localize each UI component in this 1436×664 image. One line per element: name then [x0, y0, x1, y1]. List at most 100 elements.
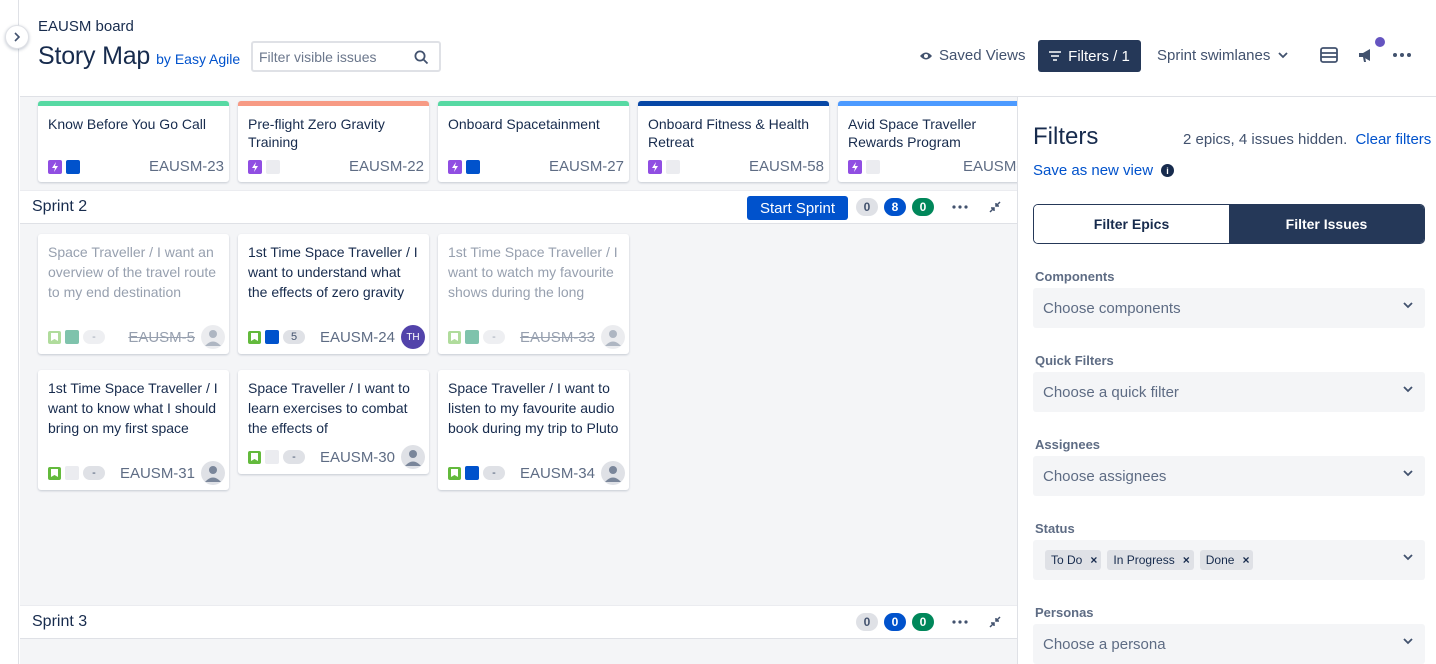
more-icon[interactable] — [952, 620, 968, 624]
story-icon — [248, 450, 261, 464]
status-chip-label: To Do — [1051, 553, 1083, 567]
epic-color-icon — [866, 159, 880, 174]
issue-key[interactable]: EAUSM-34 — [520, 465, 595, 482]
issue-key[interactable]: EAUSM-30 — [320, 449, 395, 466]
epic-card[interactable]: Avid Space Traveller Rewards Program EAU… — [838, 101, 1017, 182]
story-icon — [48, 330, 61, 344]
issue-key[interactable]: EAUSM-33 — [520, 329, 595, 346]
issue-card[interactable]: 1st Time Space Traveller / I want to wat… — [438, 234, 629, 354]
unassigned-avatar[interactable] — [201, 461, 225, 485]
status-chip-label: In Progress — [1113, 553, 1175, 567]
issue-key[interactable]: EAUSM-5 — [128, 329, 195, 346]
estimate-badge: - — [83, 330, 105, 344]
announcement-icon[interactable] — [1356, 45, 1376, 65]
epic-color-icon — [266, 159, 280, 174]
estimate-badge: - — [83, 466, 105, 480]
status-chip-label: Done — [1205, 553, 1235, 567]
collapse-icon[interactable] — [989, 201, 1001, 213]
more-icon[interactable] — [952, 205, 968, 209]
issue-card[interactable]: 1st Time Space Traveller / I want to und… — [238, 234, 429, 354]
search-icon[interactable] — [414, 50, 429, 65]
sprint-row[interactable]: Sprint 2 Start Sprint 0 8 0 — [20, 190, 1017, 224]
unassigned-avatar[interactable] — [201, 325, 225, 349]
saved-views-button[interactable]: Saved Views — [919, 47, 1025, 64]
quick-filters-label: Quick Filters — [1035, 353, 1114, 368]
epic-card[interactable]: Onboard Fitness & Health Retreat EAUSM-5… — [638, 101, 829, 182]
eye-icon — [920, 52, 932, 59]
epic-title: Know Before You Go Call — [48, 116, 206, 132]
todo-count-badge: 0 — [856, 613, 878, 631]
search-box[interactable] — [251, 41, 441, 72]
epic-footer: EAUSM-23 — [48, 158, 224, 175]
status-chip: To Do × — [1045, 550, 1102, 570]
issue-summary: Space Traveller / I want to listen to my… — [448, 380, 619, 436]
issue-key[interactable]: EAUSM-31 — [120, 465, 195, 482]
epic-key[interactable]: EAUSM-58 — [749, 158, 824, 175]
estimate-badge: 5 — [283, 330, 305, 344]
title-row: Story Map by Easy Agile — [38, 42, 240, 71]
epic-title: Avid Space Traveller Rewards Program — [848, 116, 977, 150]
expand-sidebar-button[interactable] — [5, 25, 29, 49]
epic-color-icon — [465, 330, 479, 344]
issue-card[interactable]: Space Traveller / I want an overview of … — [38, 234, 229, 354]
hidden-count-text: 2 epics, 4 issues hidden. — [1183, 131, 1348, 148]
notification-dot — [1375, 37, 1385, 47]
components-label: Components — [1035, 269, 1115, 284]
quick-filter-select[interactable]: Choose a quick filter — [1033, 372, 1425, 412]
chevron-down-icon — [1403, 554, 1413, 561]
unassigned-avatar[interactable] — [401, 445, 425, 469]
story-icon — [448, 330, 461, 344]
epic-key[interactable]: EAUSM-22 — [349, 158, 424, 175]
epic-key[interactable]: EAUSM-23 — [149, 158, 224, 175]
remove-chip-icon[interactable]: × — [1090, 553, 1097, 567]
remove-chip-icon[interactable]: × — [1183, 553, 1190, 567]
epic-card[interactable]: Onboard Spacetainment EAUSM-27 — [438, 101, 629, 182]
estimate-badge: - — [483, 466, 505, 480]
save-as-view: Save as new view i — [1033, 162, 1175, 179]
page-title: Story Map — [38, 42, 151, 70]
issue-card[interactable]: 1st Time Space Traveller / I want to kno… — [38, 370, 229, 490]
unassigned-avatar[interactable] — [601, 325, 625, 349]
unassigned-avatar[interactable] — [601, 461, 625, 485]
issue-card[interactable]: Space Traveller / I want to listen to my… — [438, 370, 629, 490]
epic-color-icon — [666, 159, 680, 174]
epic-card[interactable]: Know Before You Go Call EAUSM-23 — [38, 101, 229, 182]
status-select[interactable]: To Do × In Progress × Done × — [1033, 540, 1425, 580]
epic-bolt-icon — [248, 159, 262, 174]
epic-card[interactable]: Pre-flight Zero Gravity Training EAUSM-2… — [238, 101, 429, 182]
epic-key[interactable]: EAUSM-27 — [549, 158, 624, 175]
epic-title: Onboard Fitness & Health Retreat — [648, 116, 810, 150]
assignees-placeholder: Choose assignees — [1043, 467, 1167, 485]
sprint-row[interactable]: Sprint 3 0 0 0 — [20, 605, 1017, 639]
more-icon[interactable] — [1392, 45, 1412, 65]
byline-link[interactable]: by Easy Agile — [156, 51, 240, 67]
clear-filters-link[interactable]: Clear filters — [1355, 131, 1431, 148]
epic-color-icon — [65, 466, 79, 480]
remove-chip-icon[interactable]: × — [1242, 553, 1249, 567]
issue-card[interactable]: Space Traveller / I want to learn exerci… — [238, 370, 429, 474]
swimlanes-dropdown[interactable]: Sprint swimlanes — [1157, 47, 1289, 64]
collapse-icon[interactable] — [989, 616, 1001, 628]
info-icon[interactable]: i — [1161, 164, 1175, 177]
filter-summary: 2 epics, 4 issues hidden. Clear filters — [1183, 131, 1431, 148]
components-select[interactable]: Choose components — [1033, 288, 1425, 328]
chevron-down-icon — [1403, 386, 1413, 393]
epic-key[interactable]: EAUSM-57 — [963, 158, 1017, 175]
done-count-badge: 0 — [912, 613, 934, 631]
filters-button[interactable]: Filters / 1 — [1038, 40, 1141, 72]
assignees-select[interactable]: Choose assignees — [1033, 456, 1425, 496]
avatar[interactable]: TH — [401, 325, 425, 349]
epic-bolt-icon — [648, 159, 662, 174]
tab-filter-issues[interactable]: Filter Issues — [1229, 205, 1424, 243]
filters-panel: Filters 2 epics, 4 issues hidden. Clear … — [1017, 97, 1436, 664]
epic-footer: EAUSM-57 — [848, 158, 1017, 175]
personas-select[interactable]: Choose a persona — [1033, 624, 1425, 664]
tab-filter-epics[interactable]: Filter Epics — [1034, 205, 1229, 243]
layout-icon[interactable] — [1319, 45, 1339, 65]
start-sprint-button[interactable]: Start Sprint — [747, 196, 848, 220]
search-input[interactable] — [259, 48, 409, 65]
issue-key[interactable]: EAUSM-24 — [320, 329, 395, 346]
todo-count-badge: 0 — [856, 198, 878, 216]
board-name: EAUSM board — [38, 18, 134, 35]
save-as-view-link[interactable]: Save as new view — [1033, 162, 1153, 179]
